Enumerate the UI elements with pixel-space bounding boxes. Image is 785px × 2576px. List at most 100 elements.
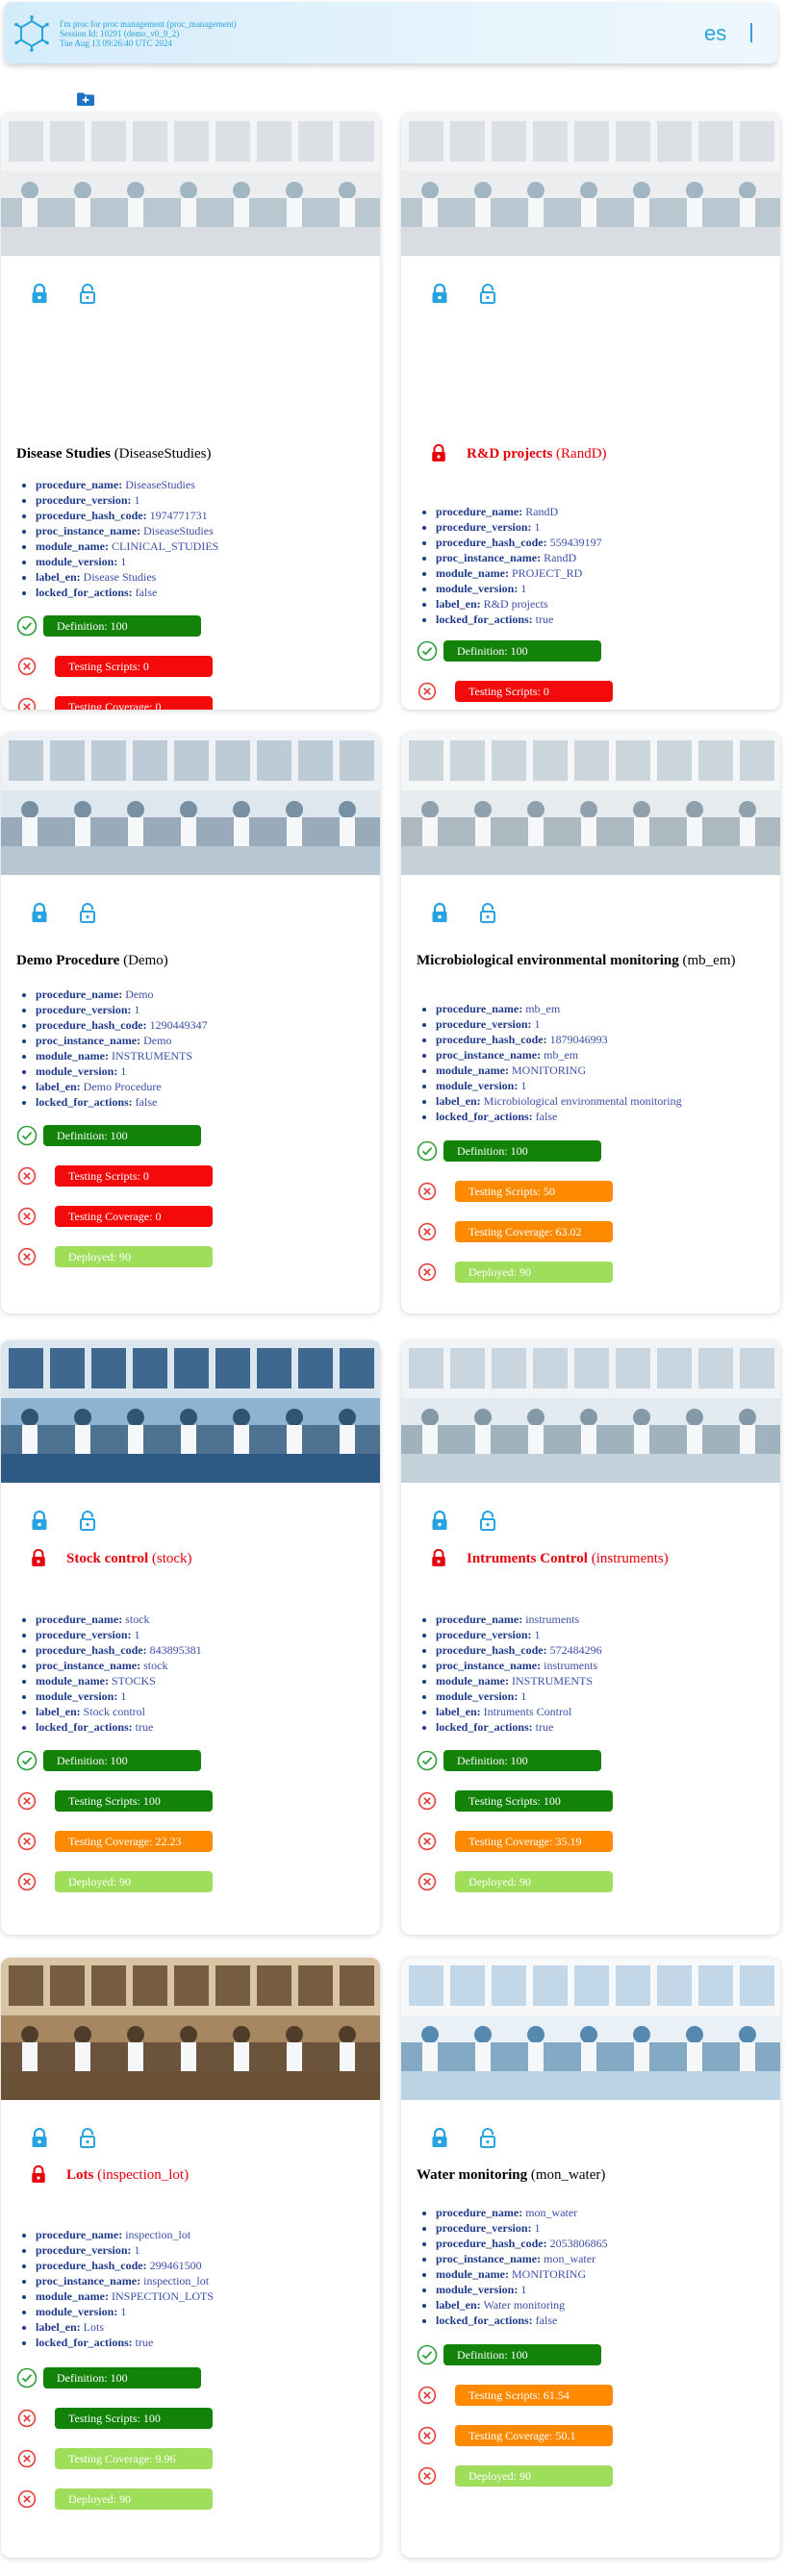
locked-status-icon: [430, 1548, 447, 1569]
procedure-card[interactable]: Microbiological environmental monitoring…: [401, 733, 780, 1313]
property-item: label_en: Stock control: [36, 1704, 202, 1719]
property-value: true: [535, 613, 554, 626]
x-circle-icon: [16, 2488, 38, 2510]
property-item: procedure_version: 1: [36, 2242, 214, 2258]
procedure-image: [1, 1340, 380, 1483]
property-key: procedure_hash_code:: [36, 1643, 147, 1657]
status-badge: Testing Scripts: 100: [455, 1790, 613, 1812]
property-key: locked_for_actions:: [436, 2313, 533, 2327]
status-badge: Testing Scripts: 0: [55, 1165, 213, 1187]
property-key: procedure_version:: [436, 520, 532, 534]
status-badge: Testing Coverage: 0: [55, 696, 213, 710]
unlock-icon[interactable]: [78, 902, 97, 923]
procedure-properties: procedure_name: stockprocedure_version: …: [36, 1612, 202, 1735]
property-key: locked_for_actions:: [436, 613, 533, 626]
unlock-icon[interactable]: [478, 902, 497, 923]
property-value: DiseaseStudies: [143, 524, 214, 538]
property-item: label_en: Microbiological environmental …: [436, 1093, 682, 1109]
lock-icon[interactable]: [430, 2127, 449, 2148]
property-key: locked_for_actions:: [36, 1095, 133, 1109]
lock-icon[interactable]: [30, 2127, 49, 2148]
lock-icon[interactable]: [30, 902, 49, 923]
procedure-image: [401, 733, 780, 875]
unlock-icon[interactable]: [478, 2127, 497, 2148]
property-key: proc_instance_name:: [436, 2252, 542, 2265]
unlock-icon[interactable]: [478, 283, 497, 304]
lock-icon[interactable]: [30, 283, 49, 304]
property-item: module_version: 1: [436, 581, 602, 596]
procedure-image: [1, 113, 380, 256]
property-value: 1: [534, 1628, 541, 1641]
lock-icon[interactable]: [430, 902, 449, 923]
status-row: Testing Coverage: 50.1: [417, 2423, 705, 2448]
property-item: module_version: 1: [36, 554, 218, 569]
property-key: module_name:: [36, 2289, 109, 2303]
status-row: Testing Scripts: 100: [16, 1788, 305, 1813]
property-item: procedure_name: instruments: [436, 1612, 602, 1627]
procedure-card[interactable]: Demo Procedure (Demo) procedure_name: Dem…: [1, 733, 380, 1313]
lock-icon[interactable]: [430, 1510, 449, 1531]
property-key: proc_instance_name:: [436, 1659, 542, 1672]
property-key: procedure_name:: [36, 1613, 123, 1626]
procedure-card[interactable]: R&D projects (RandD) procedure_name: Rand…: [401, 113, 780, 710]
property-key: label_en:: [36, 570, 81, 584]
property-item: locked_for_actions: false: [36, 1094, 208, 1110]
property-item: procedure_version: 1: [36, 1627, 202, 1642]
unlock-icon[interactable]: [78, 1510, 97, 1531]
procedure-card[interactable]: Water monitoring (mon_water) procedure_na…: [401, 1958, 780, 2558]
property-key: procedure_version:: [36, 2243, 132, 2257]
property-key: module_name:: [436, 1674, 509, 1688]
property-item: procedure_version: 1: [436, 2220, 608, 2236]
header-separator: [750, 23, 752, 42]
language-toggle[interactable]: es: [704, 21, 726, 46]
unlock-icon[interactable]: [478, 1510, 497, 1531]
status-row: Testing Coverage: 22.23: [16, 1829, 305, 1854]
property-key: module_version:: [36, 2305, 118, 2318]
lock-icon[interactable]: [430, 283, 449, 304]
unlock-icon[interactable]: [78, 283, 97, 304]
status-row: Definition: 100: [16, 613, 305, 638]
procedure-title-code: (Demo): [123, 953, 168, 968]
property-value: Lots: [83, 2320, 105, 2334]
property-key: procedure_hash_code:: [36, 509, 147, 522]
procedure-title-code: (inspection_lot): [97, 2167, 190, 2183]
user-line: I'm proc for proc management (proc_manag…: [60, 19, 237, 29]
property-key: procedure_version:: [436, 1628, 532, 1641]
procedure-card[interactable]: Disease Studies (DiseaseStudies) procedur…: [1, 113, 380, 710]
property-item: procedure_hash_code: 1974771731: [36, 508, 218, 523]
property-value: Demo: [143, 1034, 172, 1047]
property-value: false: [135, 586, 158, 599]
property-value: mon_water: [544, 2252, 596, 2265]
property-key: procedure_hash_code:: [436, 536, 547, 549]
property-value: 1: [534, 520, 541, 534]
property-key: procedure_version:: [36, 1003, 132, 1016]
status-row: Testing Coverage: 9.96: [16, 2446, 305, 2471]
x-circle-icon: [417, 681, 438, 702]
procedure-card[interactable]: Lots (inspection_lot) procedure_name: ins…: [1, 1958, 380, 2558]
property-key: procedure_name:: [436, 505, 523, 518]
procedure-card[interactable]: Intruments Control (instruments) procedur…: [401, 1340, 780, 1935]
property-key: procedure_name:: [436, 1613, 523, 1626]
property-value: INSTRUMENTS: [112, 1049, 193, 1063]
property-value: stock: [125, 1613, 150, 1626]
property-key: label_en:: [36, 2320, 81, 2334]
procedure-card[interactable]: Stock control (stock) procedure_name: sto…: [1, 1340, 380, 1935]
property-value: Microbiological environmental monitoring: [483, 1094, 682, 1108]
property-key: procedure_version:: [436, 2221, 532, 2235]
property-value: RandD: [544, 551, 577, 564]
property-item: module_version: 1: [436, 2282, 608, 2297]
x-circle-icon: [417, 2385, 438, 2406]
lock-icon[interactable]: [30, 1510, 49, 1531]
unlock-icon[interactable]: [78, 2127, 97, 2148]
procedure-title-code: (mon_water): [530, 2167, 606, 2183]
property-value: Demo Procedure: [83, 1080, 162, 1093]
status-row: Definition: 100: [417, 1138, 705, 1163]
property-key: module_version:: [436, 1079, 519, 1092]
new-procedure-folder-icon[interactable]: [77, 92, 94, 106]
app-logo-icon[interactable]: [13, 15, 50, 52]
locked-status-icon: [30, 2164, 47, 2186]
status-badge: Testing Coverage: 22.23: [55, 1831, 213, 1852]
procedure-title: Disease Studies (DiseaseStudies): [16, 445, 212, 463]
check-circle-icon: [417, 2344, 438, 2365]
status-row: Definition: 100: [417, 1748, 705, 1773]
